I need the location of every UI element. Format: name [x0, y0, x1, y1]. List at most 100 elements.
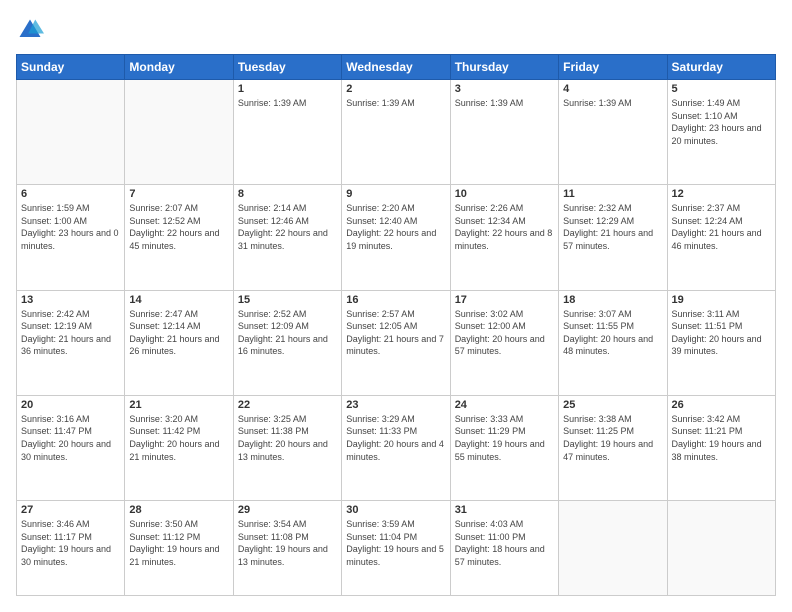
day-info: Sunrise: 2:37 AM Sunset: 12:24 AM Daylig… — [672, 202, 771, 252]
day-info: Sunrise: 1:49 AM Sunset: 1:10 AM Dayligh… — [672, 97, 771, 147]
day-cell: 18Sunrise: 3:07 AM Sunset: 11:55 PM Dayl… — [559, 290, 667, 395]
day-cell: 4 Sunrise: 1:39 AM — [559, 80, 667, 185]
day-number: 1 — [238, 83, 337, 95]
day-number: 2 — [346, 83, 445, 95]
day-info: Sunrise: 2:07 AM Sunset: 12:52 AM Daylig… — [129, 202, 228, 252]
day-cell — [17, 80, 125, 185]
day-cell: 7 Sunrise: 2:07 AM Sunset: 12:52 AM Dayli… — [125, 185, 233, 290]
day-info: Sunrise: 3:33 AM Sunset: 11:29 PM Daylig… — [455, 413, 554, 463]
day-number: 10 — [455, 188, 554, 200]
day-cell — [667, 501, 775, 596]
logo-icon — [16, 16, 44, 44]
day-cell: 19 Sunrise: 3:11 AM Sunset: 11:51 PM Dayl… — [667, 290, 775, 395]
day-number: 14 — [129, 294, 228, 306]
day-info: Sunrise: 3:42 AM Sunset: 11:21 PM Daylig… — [672, 413, 771, 463]
weekday-header-row: SundayMondayTuesdayWednesdayThursdayFrid… — [17, 55, 776, 80]
day-number: 26 — [672, 399, 771, 411]
day-number: 7 — [129, 188, 228, 200]
day-number: 9 — [346, 188, 445, 200]
week-row-4: 20 Sunrise: 3:16 AM Sunset: 11:47 PM Dayl… — [17, 395, 776, 500]
day-info: Sunrise: 3:29 AM Sunset: 11:33 PM Daylig… — [346, 413, 445, 463]
day-cell: 21 Sunrise: 3:20 AM Sunset: 11:42 PM Dayl… — [125, 395, 233, 500]
day-cell: 11 Sunrise: 2:32 AM Sunset: 12:29 AM Dayl… — [559, 185, 667, 290]
day-number: 23 — [346, 399, 445, 411]
day-cell: 13 Sunrise: 2:42 AM Sunset: 12:19 AM Dayl… — [17, 290, 125, 395]
day-cell: 24 Sunrise: 3:33 AM Sunset: 11:29 PM Dayl… — [450, 395, 558, 500]
day-number: 25 — [563, 399, 662, 411]
day-number: 17 — [455, 294, 554, 306]
weekday-header-sunday: Sunday — [17, 55, 125, 80]
logo — [16, 16, 48, 44]
weekday-header-wednesday: Wednesday — [342, 55, 450, 80]
week-row-2: 6 Sunrise: 1:59 AM Sunset: 1:00 AM Daylig… — [17, 185, 776, 290]
calendar-table: SundayMondayTuesdayWednesdayThursdayFrid… — [16, 54, 776, 596]
day-cell — [559, 501, 667, 596]
day-number: 4 — [563, 83, 662, 95]
day-number: 16 — [346, 294, 445, 306]
day-cell: 30Sunrise: 3:59 AM Sunset: 11:04 PM Dayl… — [342, 501, 450, 596]
day-number: 30 — [346, 504, 445, 516]
day-cell: 16 Sunrise: 2:57 AM Sunset: 12:05 AM Dayl… — [342, 290, 450, 395]
day-info: Sunrise: 3:25 AM Sunset: 11:38 PM Daylig… — [238, 413, 337, 463]
day-info: Sunrise: 1:39 AM — [346, 97, 445, 110]
header — [16, 16, 776, 44]
day-number: 19 — [672, 294, 771, 306]
day-info: Sunrise: 2:42 AM Sunset: 12:19 AM Daylig… — [21, 308, 120, 358]
week-row-5: 27Sunrise: 3:46 AM Sunset: 11:17 PM Dayl… — [17, 501, 776, 596]
day-number: 11 — [563, 188, 662, 200]
day-number: 15 — [238, 294, 337, 306]
day-info: Sunrise: 3:38 AM Sunset: 11:25 PM Daylig… — [563, 413, 662, 463]
day-cell: 22 Sunrise: 3:25 AM Sunset: 11:38 PM Dayl… — [233, 395, 341, 500]
day-info: Sunrise: 2:52 AM Sunset: 12:09 AM Daylig… — [238, 308, 337, 358]
day-cell: 20 Sunrise: 3:16 AM Sunset: 11:47 PM Dayl… — [17, 395, 125, 500]
day-cell: 2 Sunrise: 1:39 AM — [342, 80, 450, 185]
day-info: Sunrise: 2:57 AM Sunset: 12:05 AM Daylig… — [346, 308, 445, 358]
day-number: 28 — [129, 504, 228, 516]
day-info: Sunrise: 3:50 AM Sunset: 11:12 PM Daylig… — [129, 518, 228, 568]
day-info: Sunrise: 1:39 AM — [563, 97, 662, 110]
day-info: Sunrise: 3:20 AM Sunset: 11:42 PM Daylig… — [129, 413, 228, 463]
day-cell: 15 Sunrise: 2:52 AM Sunset: 12:09 AM Dayl… — [233, 290, 341, 395]
weekday-header-thursday: Thursday — [450, 55, 558, 80]
day-number: 12 — [672, 188, 771, 200]
day-cell: 12 Sunrise: 2:37 AM Sunset: 12:24 AM Dayl… — [667, 185, 775, 290]
week-row-1: 1 Sunrise: 1:39 AM 2 Sunrise: 1:39 AM 3 Sunri… — [17, 80, 776, 185]
day-info: Sunrise: 2:26 AM Sunset: 12:34 AM Daylig… — [455, 202, 554, 252]
day-cell: 3 Sunrise: 1:39 AM — [450, 80, 558, 185]
day-number: 3 — [455, 83, 554, 95]
day-info: Sunrise: 2:47 AM Sunset: 12:14 AM Daylig… — [129, 308, 228, 358]
day-info: Sunrise: 1:39 AM — [455, 97, 554, 110]
day-cell: 5 Sunrise: 1:49 AM Sunset: 1:10 AM Daylig… — [667, 80, 775, 185]
weekday-header-friday: Friday — [559, 55, 667, 80]
day-cell: 10 Sunrise: 2:26 AM Sunset: 12:34 AM Dayl… — [450, 185, 558, 290]
day-cell: 29 Sunrise: 3:54 AM Sunset: 11:08 PM Dayl… — [233, 501, 341, 596]
day-cell: 28 Sunrise: 3:50 AM Sunset: 11:12 PM Dayl… — [125, 501, 233, 596]
day-info: Sunrise: 3:11 AM Sunset: 11:51 PM Daylig… — [672, 308, 771, 358]
day-number: 6 — [21, 188, 120, 200]
day-cell: 6 Sunrise: 1:59 AM Sunset: 1:00 AM Daylig… — [17, 185, 125, 290]
day-info: Sunrise: 1:59 AM Sunset: 1:00 AM Dayligh… — [21, 202, 120, 252]
day-number: 13 — [21, 294, 120, 306]
day-number: 8 — [238, 188, 337, 200]
day-cell: 23 Sunrise: 3:29 AM Sunset: 11:33 PM Dayl… — [342, 395, 450, 500]
day-cell: 31Sunrise: 4:03 AM Sunset: 11:00 PM Dayl… — [450, 501, 558, 596]
day-number: 24 — [455, 399, 554, 411]
day-cell — [125, 80, 233, 185]
day-info: Sunrise: 2:32 AM Sunset: 12:29 AM Daylig… — [563, 202, 662, 252]
day-info: Sunrise: 2:20 AM Sunset: 12:40 AM Daylig… — [346, 202, 445, 252]
day-number: 21 — [129, 399, 228, 411]
day-cell: 26 Sunrise: 3:42 AM Sunset: 11:21 PM Dayl… — [667, 395, 775, 500]
day-number: 27 — [21, 504, 120, 516]
day-number: 29 — [238, 504, 337, 516]
day-cell: 27Sunrise: 3:46 AM Sunset: 11:17 PM Dayl… — [17, 501, 125, 596]
day-number: 20 — [21, 399, 120, 411]
day-number: 5 — [672, 83, 771, 95]
weekday-header-saturday: Saturday — [667, 55, 775, 80]
day-info: Sunrise: 4:03 AM Sunset: 11:00 PM Daylig… — [455, 518, 554, 568]
day-number: 22 — [238, 399, 337, 411]
day-info: Sunrise: 2:14 AM Sunset: 12:46 AM Daylig… — [238, 202, 337, 252]
day-info: Sunrise: 3:54 AM Sunset: 11:08 PM Daylig… — [238, 518, 337, 568]
day-info: Sunrise: 3:16 AM Sunset: 11:47 PM Daylig… — [21, 413, 120, 463]
day-number: 18 — [563, 294, 662, 306]
weekday-header-monday: Monday — [125, 55, 233, 80]
